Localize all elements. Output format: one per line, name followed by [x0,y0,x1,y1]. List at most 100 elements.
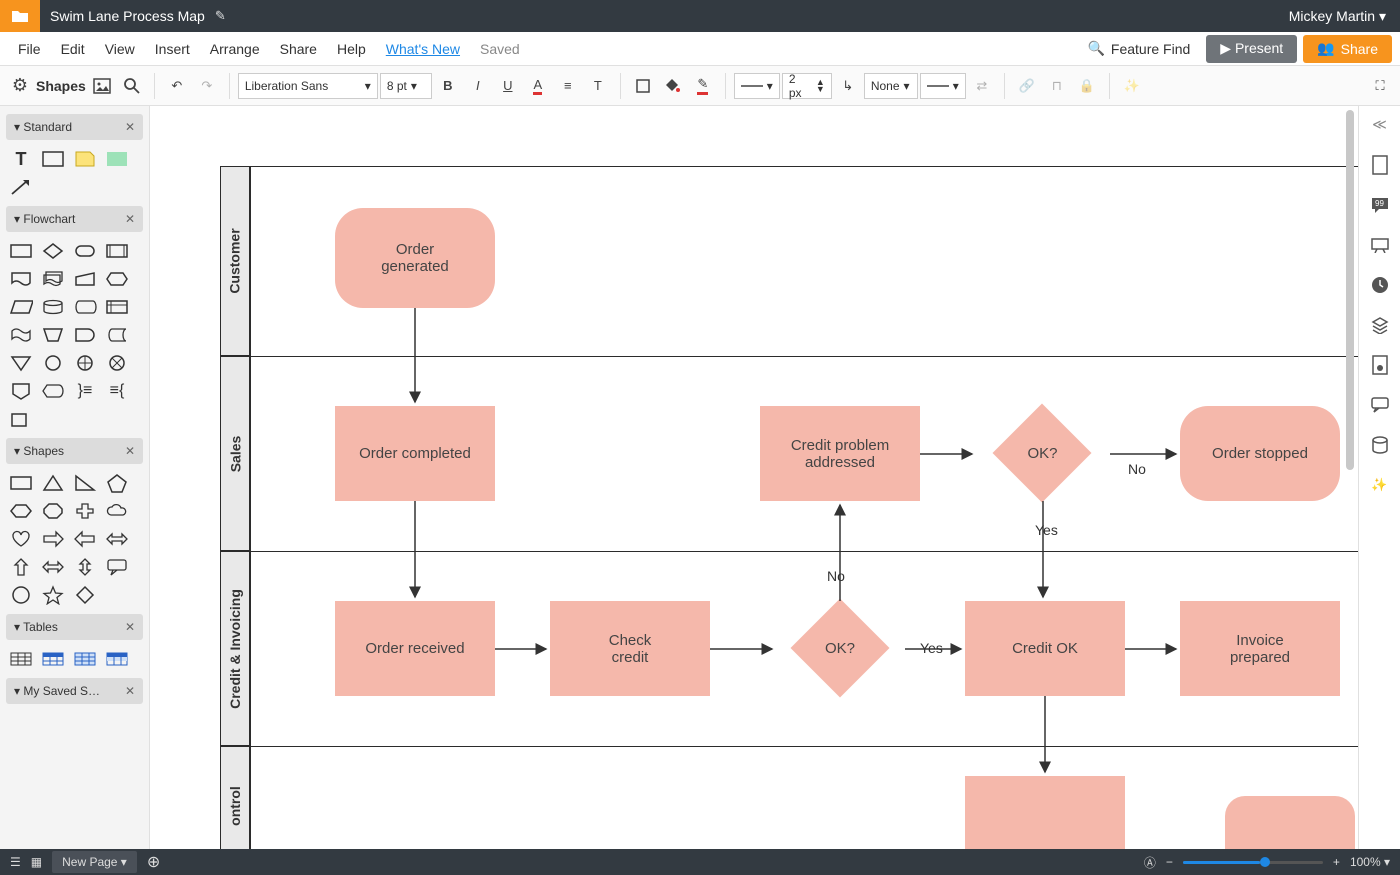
fc-manualinput[interactable] [72,268,98,290]
node-partial-2[interactable] [1225,796,1355,849]
fullscreen-icon[interactable]: ⛶ [1366,72,1394,100]
fill-button[interactable] [659,72,687,100]
history-icon[interactable] [1369,274,1391,296]
fc-or[interactable] [72,352,98,374]
add-page-button[interactable]: ⊕ [147,852,160,872]
sh-cross[interactable] [72,500,98,522]
fc-merge[interactable] [8,352,34,374]
menu-help[interactable]: Help [327,35,376,63]
sh-arrow-u[interactable] [8,556,34,578]
close-icon[interactable]: ✕ [125,684,135,698]
magnet-icon[interactable]: ⊓ [1043,72,1071,100]
sh-star[interactable] [40,584,66,606]
node-credit-ok[interactable]: Credit OK [965,601,1125,696]
menu-share[interactable]: Share [270,35,327,63]
sync-icon[interactable]: Ⓐ [1144,854,1156,871]
chat-icon[interactable] [1369,394,1391,416]
link-icon[interactable]: 🔗 [1013,72,1041,100]
sh-heart[interactable] [8,528,34,550]
note-shape[interactable] [72,148,98,170]
fc-directdata[interactable] [72,296,98,318]
magic-icon[interactable]: ✨ [1369,474,1391,496]
lane-label-customer[interactable]: Customer [220,166,250,356]
sh-arrow-l[interactable] [72,528,98,550]
tbl-3[interactable] [72,648,98,670]
shapes-button[interactable]: Shapes [36,78,86,94]
tbl-2[interactable] [40,648,66,670]
fc-sumjunction[interactable] [104,352,130,374]
panel-mysaved[interactable]: ▾ My Saved S…✕ [6,678,143,704]
sh-diamond-outline[interactable] [72,584,98,606]
user-menu[interactable]: Mickey Martin ▾ [1275,8,1400,25]
panel-shapes[interactable]: ▾ Shapes✕ [6,438,143,464]
close-icon[interactable]: ✕ [125,120,135,134]
gear-icon[interactable]: ⚙ [6,72,34,100]
line-style-select[interactable]: ▾ [734,73,780,99]
bold-button[interactable]: B [434,72,462,100]
lock-icon[interactable]: 🔒 [1073,72,1101,100]
sh-pentagon[interactable] [104,472,130,494]
list-view-icon[interactable]: ☰ [10,855,21,869]
menu-file[interactable]: File [8,35,51,63]
collapse-icon[interactable]: ≪ [1372,116,1387,136]
italic-button[interactable]: I [464,72,492,100]
fc-bracket-close[interactable]: }≡ [72,380,98,402]
end-arrow-select[interactable]: ▾ [920,73,966,99]
fc-offpage[interactable] [8,380,34,402]
menu-arrange[interactable]: Arrange [200,35,270,63]
lane-label-control[interactable]: ontrol [220,746,250,849]
font-size-select[interactable]: 8 pt▾ [380,73,432,99]
sh-righttri[interactable] [72,472,98,494]
arrow-shape[interactable] [8,176,34,198]
menu-edit[interactable]: Edit [51,35,95,63]
node-invoice-prepared[interactable]: Invoice prepared [1180,601,1340,696]
fc-storeddata[interactable] [104,324,130,346]
fc-data[interactable] [8,296,34,318]
wand-icon[interactable]: ✨ [1118,72,1146,100]
fc-database[interactable] [40,296,66,318]
fc-card[interactable] [8,408,34,430]
text-style-button[interactable]: T [584,72,612,100]
fc-manualop[interactable] [40,324,66,346]
sh-hexagon[interactable] [8,500,34,522]
border-color-button[interactable] [629,72,657,100]
panel-tables[interactable]: ▾ Tables✕ [6,614,143,640]
line-width-select[interactable]: 2 px▲▼ [782,73,832,99]
lane-label-sales[interactable]: Sales [220,356,250,551]
document-title[interactable]: Swim Lane Process Map [40,8,215,24]
grid-view-icon[interactable]: ▦ [31,855,42,869]
lane-label-credit[interactable]: Credit & Invoicing [220,551,250,746]
pencil-icon[interactable]: ✎ [215,8,226,24]
fc-document[interactable] [8,268,34,290]
close-icon[interactable]: ✕ [125,444,135,458]
present-button[interactable]: ▶ Present [1206,35,1297,63]
canvas[interactable]: Customer Sales Credit & Invoicing ontrol… [150,106,1358,849]
menu-whats-new[interactable]: What's New [376,35,470,63]
tbl-1[interactable] [8,648,34,670]
menu-insert[interactable]: Insert [145,35,200,63]
sh-arrow-ud[interactable] [72,556,98,578]
node-order-generated[interactable]: Order generated [335,208,495,308]
fc-display[interactable] [40,380,66,402]
search-icon[interactable] [118,72,146,100]
undo-icon[interactable]: ↶ [163,72,191,100]
sh-circle[interactable] [8,584,34,606]
sh-triangle[interactable] [40,472,66,494]
text-shape[interactable]: T [8,148,34,170]
sh-rect[interactable] [8,472,34,494]
panel-standard[interactable]: ▾ Standard✕ [6,114,143,140]
line-color-button[interactable]: ✎ [689,72,717,100]
text-color-button[interactable]: A [524,72,552,100]
zoom-in-button[interactable]: + [1333,855,1340,869]
share-button[interactable]: 👥 Share [1303,35,1392,63]
page-icon[interactable] [1369,154,1391,176]
menu-view[interactable]: View [95,35,145,63]
block-shape[interactable] [104,148,130,170]
comments-icon[interactable]: 99 [1369,194,1391,216]
data-icon[interactable] [1369,434,1391,456]
node-check-credit[interactable]: Check credit [550,601,710,696]
node-partial-1[interactable] [965,776,1125,849]
rect-shape[interactable] [40,148,66,170]
zoom-out-button[interactable]: − [1166,855,1173,869]
fc-delay[interactable] [72,324,98,346]
